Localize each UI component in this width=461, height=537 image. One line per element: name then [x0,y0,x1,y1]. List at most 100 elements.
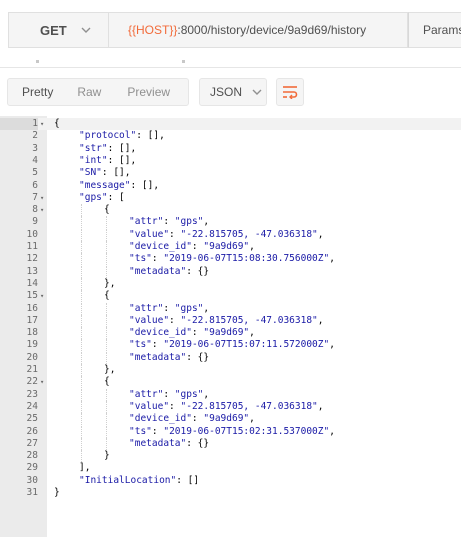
json-punctuation-token: : [], [107,154,137,166]
code-text: "ts": "2019-06-07T15:02:31.537000Z", [129,426,335,438]
line-number: 20 [26,351,38,363]
response-body-editor[interactable]: 1 ▾{2 "protocol": [], 3 "str": [], 4 "int": []… [0,116,461,537]
code-text: { [104,290,110,302]
line-number: 12 [26,253,38,265]
json-punctuation-token: , [317,400,324,412]
code-text: "device_id": "9a9d69", [129,241,255,253]
view-mode-group: Pretty Raw Preview [7,78,189,106]
fold-toggle-icon[interactable]: ▾ [40,376,47,388]
url-variable: {{HOST}} [128,23,178,37]
code-line: 6 "message": [], [0,180,461,192]
indent-guide [81,253,82,266]
json-punctuation-token: , [203,216,210,228]
json-punctuation-token: , [203,388,210,400]
json-punctuation-token: : [] [176,474,200,486]
line-number: 19 [26,339,38,351]
indent-guide [106,327,107,340]
chevron-down-icon [252,89,262,95]
indent-guide [106,388,107,401]
code-text: "value": "-22.815705, -47.036318", [129,315,324,327]
json-string-token: "9a9d69" [203,327,250,339]
indent-guide [81,425,82,438]
fold-toggle-icon[interactable]: ▾ [40,118,47,130]
tab-preview[interactable]: Preview [127,85,170,99]
json-punctuation-token: { [104,290,110,302]
indent-guide [106,228,107,241]
code-text: { [54,118,60,130]
fold-toggle-icon[interactable]: ▾ [40,192,47,204]
code-text: "metadata": {} [129,438,209,450]
code-text: ], [79,462,90,474]
fold-toggle-icon[interactable]: ▾ [40,290,47,302]
code-line: 9 "attr": "gps", [0,216,461,229]
code-text: "attr": "gps", [129,303,209,315]
tab-pretty[interactable]: Pretty [22,85,53,99]
indent-guide [81,437,82,450]
json-string-token: "-22.815705, -47.036318" [180,314,318,326]
json-string-token: "str" [79,142,108,154]
code-line: 12 "ts": "2019-06-07T15:08:30.756000Z", [0,253,461,266]
indent-guide [106,425,107,438]
json-punctuation-token: : [], [107,142,137,154]
wrap-lines-button[interactable] [276,78,304,106]
indent-guide [81,290,82,303]
json-string-token: "InitialLocation" [79,474,177,486]
json-punctuation-token: : [169,228,181,240]
json-punctuation-token: : [151,425,164,437]
code-line: 16 "attr": "gps", [0,302,461,315]
indent-guide [106,265,107,278]
code-line: 23 "attr": "gps", [0,388,461,401]
indent-guide [106,437,107,450]
indent-guide [106,314,107,327]
response-toolbar: Pretty Raw Preview JSON [0,78,461,112]
json-punctuation-token: , [249,241,255,252]
indent-guide [81,314,82,327]
line-number: 15 [26,290,38,302]
code-text: "str": [], [79,143,136,155]
indent-guide [106,339,107,352]
json-string-token: "ts" [129,425,152,437]
indent-guide [81,339,82,352]
line-number: 27 [26,437,38,449]
format-select[interactable]: JSON [199,78,267,106]
code-line: 29], [0,462,461,474]
line-number: 13 [26,265,38,277]
indent-guide [81,327,82,340]
code-line: 21}, [0,364,461,376]
json-punctuation-token: , [203,302,210,314]
json-string-token: "value" [129,228,170,240]
params-button[interactable]: Params [408,12,461,48]
url-input[interactable]: {{HOST}}:8000/history/device/9a9d69/hist… [108,12,408,48]
code-line: 11 "device_id": "9a9d69", [0,241,461,253]
code-text: "device_id": "9a9d69", [129,327,255,339]
code-line: 28} [0,450,461,463]
json-punctuation-token: : [163,216,175,228]
code-text: "metadata": {} [129,352,209,364]
line-number: 25 [26,413,38,425]
tabs-strip [0,60,461,68]
json-punctuation-token: : [ [107,191,125,203]
line-number: 6 [32,179,38,191]
method-select[interactable]: GET [8,12,108,48]
line-number: 31 [26,487,38,498]
tab-indicator [182,60,185,63]
json-punctuation-token: , [249,413,255,425]
code-text: } [54,487,60,499]
code-text: { [104,376,110,388]
code-text: }, [104,278,115,290]
json-string-token: "gps" [174,388,204,400]
json-punctuation-token: }, [104,364,116,375]
fold-toggle-icon[interactable]: ▾ [40,204,47,216]
json-string-token: "SN" [79,167,102,179]
tab-raw[interactable]: Raw [77,85,101,99]
json-punctuation-token: ], [79,462,91,474]
indent-guide [81,400,82,413]
code-text: "value": "-22.815705, -47.036318", [129,401,324,413]
json-string-token: "ts" [129,253,152,265]
line-number: 2 [32,130,38,142]
code-text: "InitialLocation": [] [79,475,199,487]
line-number: 3 [32,142,38,154]
code-line: 4 "int": [], [0,155,461,167]
json-punctuation-token: : {} [186,351,210,363]
json-punctuation-token: : [151,253,164,265]
